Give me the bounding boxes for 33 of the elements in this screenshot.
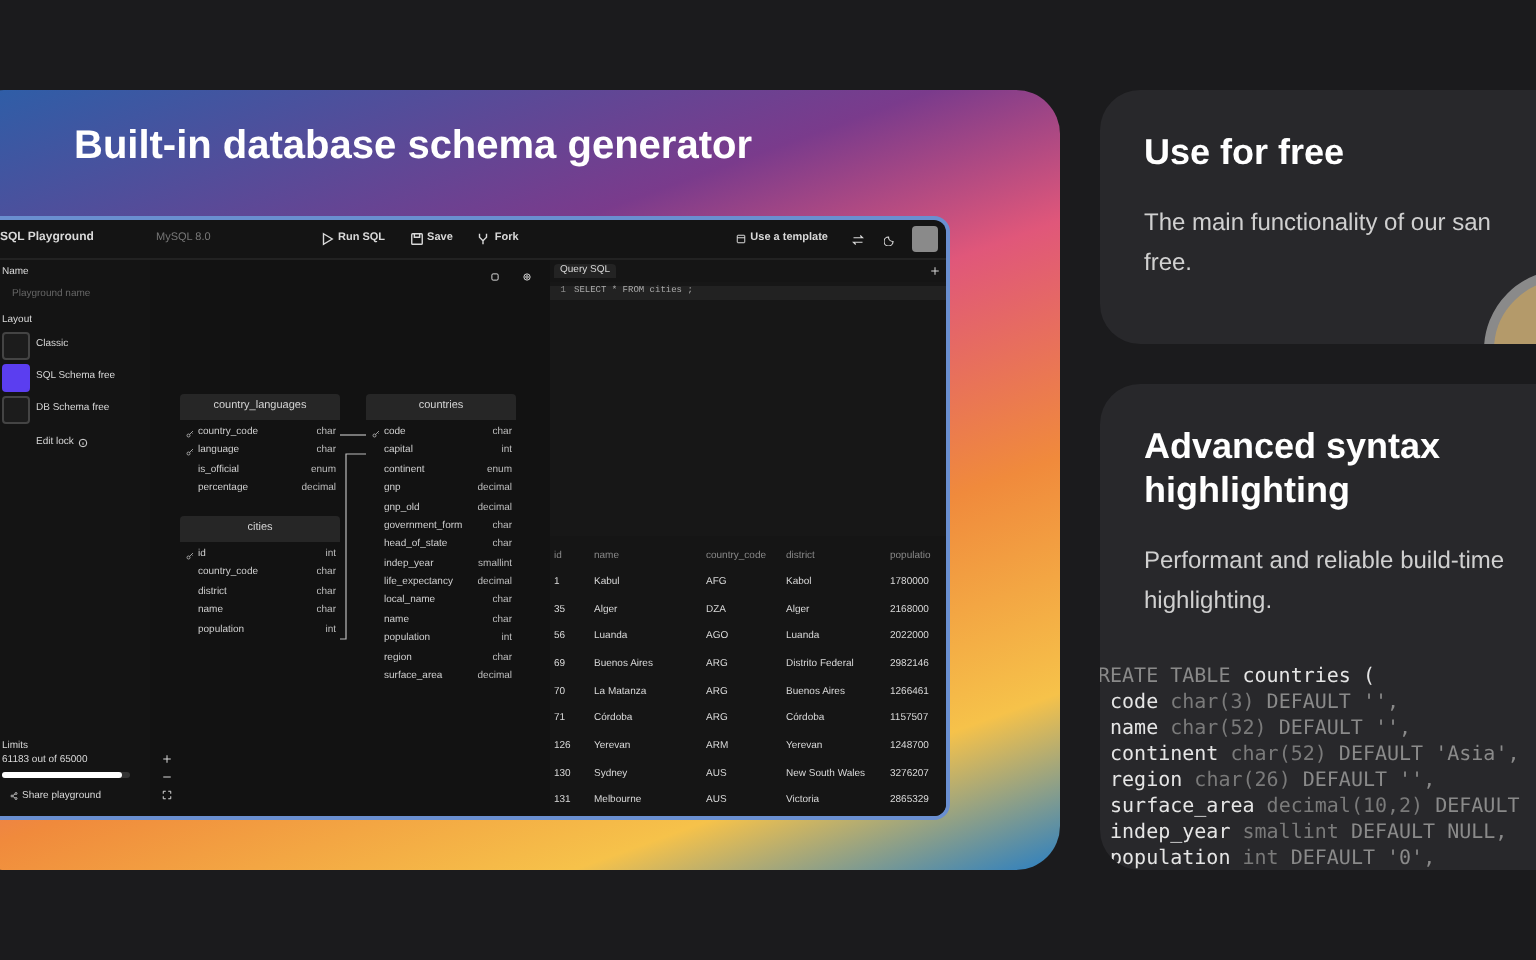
moon-icon xyxy=(884,233,896,245)
hero-title: Built-in database schema generator xyxy=(74,122,754,172)
fork-icon xyxy=(476,232,491,246)
feature-text: The main functionality of our san free. xyxy=(1144,206,1493,280)
minus-icon xyxy=(162,772,172,782)
square-icon xyxy=(490,272,500,282)
zoom-out-button[interactable] xyxy=(162,772,172,782)
info-icon xyxy=(77,438,88,449)
fit-view-button[interactable] xyxy=(162,790,172,800)
feature-title: Use for free xyxy=(1144,130,1347,174)
theme-button[interactable] xyxy=(884,233,896,245)
swap-icon xyxy=(852,233,864,245)
settings-icon xyxy=(522,272,532,282)
template-icon xyxy=(736,234,747,244)
save-icon xyxy=(409,232,424,246)
refresh-button[interactable] xyxy=(490,272,500,282)
share-icon xyxy=(10,792,18,801)
key-icon xyxy=(185,551,193,560)
settings-button[interactable] xyxy=(522,272,532,282)
plus-icon xyxy=(162,754,172,764)
sql-code: REATE TABLE countries ( code char(3) DEFAULT '', name char(52) DEFAULT '', continent char(52) DEFAULT 'Asia', region char(26) DEFAULT '', surface_area decimal(10,2) DEFAULT indep_year smallint DEFAULT NULL, population int DEFAULT '0', xyxy=(1100,664,1522,870)
connector-line xyxy=(339,434,367,436)
expand-icon xyxy=(162,790,172,800)
feature-text: Performant and reliable build-time highlighting. xyxy=(1144,544,1507,618)
swap-button[interactable] xyxy=(852,233,864,245)
key-icon xyxy=(185,429,193,438)
play-icon xyxy=(320,232,334,246)
key-icon xyxy=(371,429,379,438)
feature-title: Advanced syntax highlighting xyxy=(1144,424,1443,512)
key-icon xyxy=(185,448,193,457)
plus-icon xyxy=(930,265,940,276)
add-tab-button[interactable] xyxy=(930,265,940,276)
zoom-in-button[interactable] xyxy=(162,754,172,764)
